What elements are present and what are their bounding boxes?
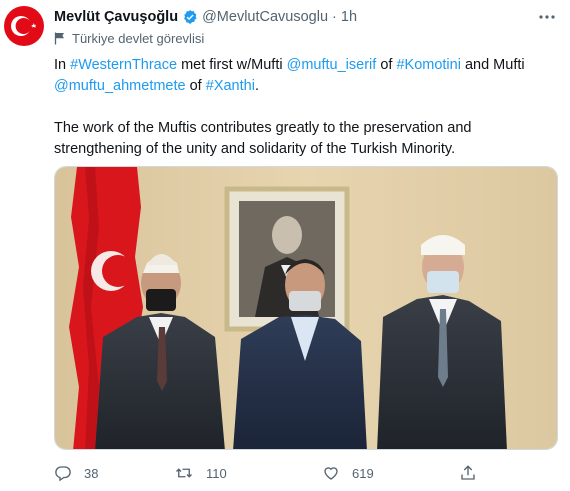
turkish-flag-avatar-icon xyxy=(4,6,44,46)
like-count: 619 xyxy=(352,465,374,481)
reply-count: 38 xyxy=(84,465,99,481)
tweet-header: Mevlüt Çavuşoğlu @MevlutCavusoglu · 1h xyxy=(54,7,357,27)
share-icon xyxy=(461,465,475,480)
account-label: Türkiye devlet görevlisi xyxy=(54,31,204,46)
more-icon[interactable] xyxy=(538,8,556,28)
tweet-text-segment: met first w/Mufti xyxy=(177,57,287,73)
tweet-paragraph-1: In #WesternThrace met first w/Mufti @muf… xyxy=(54,55,560,97)
tweet-actions: 38 110 619 xyxy=(54,462,534,484)
reply-icon xyxy=(55,466,71,482)
tweet-text: In #WesternThrace met first w/Mufti @muf… xyxy=(54,55,560,181)
tweet-text-segment: . xyxy=(254,78,259,94)
retweet-icon xyxy=(176,468,192,478)
account-label-text: Türkiye devlet görevlisi xyxy=(72,31,205,46)
tweet-text-segment: In xyxy=(54,57,71,73)
heart-icon xyxy=(324,467,338,480)
author-name[interactable]: Mevlüt Çavuşoğlu xyxy=(54,9,178,25)
retweet-button[interactable]: 110 xyxy=(174,464,227,482)
like-button[interactable]: 619 xyxy=(322,464,374,482)
share-button[interactable] xyxy=(459,464,489,482)
tweet-link[interactable]: @muftu_ahmetmete xyxy=(54,78,186,94)
verified-badge-icon xyxy=(182,9,198,25)
tweet-text-segment: and Mufti xyxy=(460,57,525,73)
tweet-link[interactable]: @muftu_iserif xyxy=(287,57,377,73)
timestamp[interactable]: 1h xyxy=(341,9,357,25)
flag-icon xyxy=(54,32,66,45)
tweet-text-segment: of xyxy=(185,78,206,94)
tweet-link[interactable]: #WesternThrace xyxy=(70,57,177,73)
meeting-photo-image xyxy=(55,167,557,449)
tweet-link[interactable]: #Komotini xyxy=(396,57,460,73)
tweet-paragraph-2: The work of the Muftis contributes great… xyxy=(54,120,472,157)
avatar[interactable] xyxy=(4,6,44,46)
author-handle[interactable]: @MevlutCavusoglu xyxy=(202,9,328,25)
tweet-text-segment: of xyxy=(376,57,397,73)
tweet-photo[interactable] xyxy=(54,166,558,450)
reply-button[interactable]: 38 xyxy=(54,464,98,482)
retweet-count: 110 xyxy=(206,465,227,481)
separator-dot: · xyxy=(332,9,337,25)
tweet-link[interactable]: #Xanthi xyxy=(206,78,255,94)
